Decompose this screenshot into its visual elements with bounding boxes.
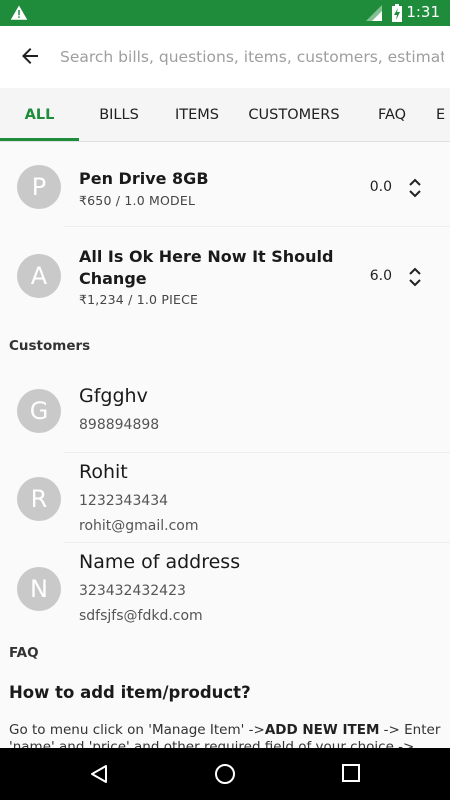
customer-row[interactable]: G Gfgghv 898894898 <box>0 369 450 453</box>
search-results: P Pen Drive 8GB ₹650 / 1.0 MODEL 0.0 A A… <box>0 143 450 748</box>
customer-name: Gfgghv <box>79 385 148 407</box>
search-input[interactable] <box>60 40 444 74</box>
item-name-line2: Change <box>79 269 147 288</box>
customer-row[interactable]: N Name of address 323432432423 sdfsjfs@f… <box>0 543 450 633</box>
faq-answer-text: Go to menu click on 'Manage Item' -> <box>9 722 265 738</box>
tab-all[interactable]: ALL <box>0 88 79 141</box>
customer-row[interactable]: R Rohit 1232343434 rohit@gmail.com <box>0 453 450 543</box>
tab-faq[interactable]: FAQ <box>353 88 431 141</box>
customer-email: rohit@gmail.com <box>79 518 199 534</box>
avatar: N <box>17 567 61 611</box>
quantity-stepper-icon[interactable] <box>408 176 422 200</box>
quantity-stepper-icon[interactable] <box>408 265 422 289</box>
search-bar <box>0 26 450 88</box>
navigation-bar <box>0 748 450 800</box>
tab-bills[interactable]: BILLS <box>79 88 159 141</box>
item-quantity: 0.0 <box>369 179 392 195</box>
customer-email: sdfsjfs@fdkd.com <box>79 608 203 624</box>
status-time: 1:31 <box>406 3 440 21</box>
faq-answer-highlight: ADD NEW ITEM <box>264 722 380 738</box>
item-row[interactable]: A All Is Ok Here Now It Should Change ₹1… <box>0 227 450 325</box>
section-title-customers: Customers <box>9 338 91 354</box>
back-arrow-icon[interactable] <box>18 44 42 68</box>
customer-phone: 323432432423 <box>79 583 186 599</box>
avatar: G <box>17 389 61 433</box>
cell-signal-icon <box>366 5 382 21</box>
item-name-line1: All Is Ok Here Now It Should <box>79 247 334 266</box>
tab-customers[interactable]: CUSTOMERS <box>235 88 353 141</box>
home-nav-icon[interactable] <box>214 763 236 785</box>
avatar: R <box>17 477 61 521</box>
warning-icon <box>10 5 28 20</box>
section-title-faq: FAQ <box>9 645 39 661</box>
faq-answer: Go to menu click on 'Manage Item' ->ADD … <box>9 722 441 748</box>
item-row[interactable]: P Pen Drive 8GB ₹650 / 1.0 MODEL 0.0 <box>0 143 450 227</box>
recents-nav-icon[interactable] <box>341 763 361 783</box>
item-name: Pen Drive 8GB <box>79 169 209 188</box>
customer-name: Name of address <box>79 551 241 573</box>
item-quantity: 6.0 <box>369 268 392 284</box>
tab-estimates[interactable]: E <box>436 88 450 141</box>
battery-charging-icon <box>392 4 402 22</box>
back-nav-icon[interactable] <box>88 763 110 785</box>
tab-indicator <box>0 138 79 141</box>
faq-question[interactable]: How to add item/product? <box>9 683 251 702</box>
customer-phone: 898894898 <box>79 417 160 433</box>
tab-items[interactable]: ITEMS <box>159 88 235 141</box>
avatar: P <box>17 165 61 209</box>
item-price: ₹1,234 / 1.0 PIECE <box>79 292 199 307</box>
avatar: A <box>17 254 61 298</box>
status-bar: 1:31 <box>0 0 450 26</box>
customer-phone: 1232343434 <box>79 493 169 509</box>
customer-name: Rohit <box>79 461 128 483</box>
item-price: ₹650 / 1.0 MODEL <box>79 193 196 208</box>
tab-bar: ALL BILLS ITEMS CUSTOMERS FAQ E <box>0 88 450 142</box>
